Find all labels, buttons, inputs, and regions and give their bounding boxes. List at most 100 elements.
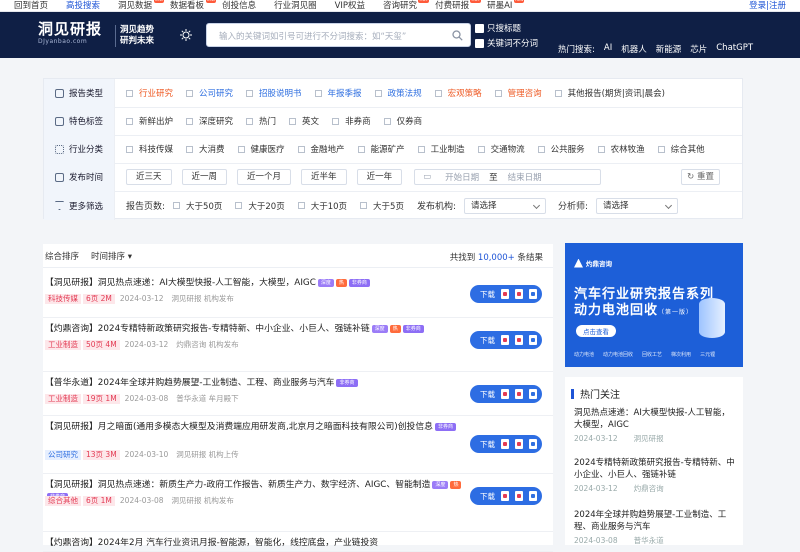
publish-date: 2024-03-12 [124,340,169,349]
hot-term-link[interactable]: AI [604,43,612,55]
list-item[interactable]: 2024专精特新政策研究报告-专精特新、中小企业、小巨人、强链补链 2024-03… [574,457,738,494]
download-button[interactable]: 下载 [470,285,542,303]
start-date-input[interactable]: 开始日期 [445,171,479,183]
filter-option[interactable]: 健康医疗 [237,143,285,155]
filter-option-label: 金融地产 [310,145,345,155]
filter-option[interactable]: 招股说明书 [246,87,302,99]
search-input[interactable]: 输入的关键词如引号可进行不分词搜索：如“天玺” [219,30,406,42]
banner-cta-button[interactable]: 点击查看 [576,325,616,337]
filter-option[interactable]: 交通物流 [477,143,525,155]
list-item[interactable]: 洞见热点速递：AI大模型快报-人工智能，大模型，AIGC 2024-03-12 洞见… [574,407,738,444]
nav-item-label: 研墨AI [487,0,513,11]
filter-option[interactable]: 其他报告(期货|资讯|晨会) [554,87,665,99]
result-title[interactable]: 【灼鼎咨询】2024年2月 汽车行业资讯月报-智能源，智能化，线控底盘，产业链投… [45,537,463,549]
nav-item[interactable]: 研墨AInew [487,0,525,12]
nav-item[interactable]: VIP权益 [335,0,365,12]
download-button[interactable]: 下载 [470,331,542,349]
filter-option[interactable]: 科技传媒 [126,143,173,155]
category-badge[interactable]: 工业制造 [45,339,81,350]
filter-option[interactable]: 热门 [246,115,276,127]
filter-option[interactable]: 综合其他 [657,143,705,155]
nav-item-label: 付费研报 [435,0,470,11]
hot-term-link[interactable]: 芯片 [690,43,707,55]
nav-item[interactable]: 创投信息 [222,0,256,12]
hot-term-link[interactable]: ChatGPT [716,43,753,55]
category-badge[interactable]: 公司研究 [45,449,81,460]
filter-option[interactable]: 新鲜出炉 [126,115,173,127]
time-range-button[interactable]: 近半年 [301,169,347,185]
filter-option[interactable]: 农林牧渔 [597,143,645,155]
sort-time-tab[interactable]: 时间排序 ▾ [91,250,132,262]
filter-option[interactable]: 工业制造 [417,143,465,155]
lightbulb-icon [180,29,192,41]
filter-option[interactable]: 大于10页 [297,200,347,212]
pages-options: 大于50页 大于20页 大于10页 大于5页 [173,200,417,212]
category-badge[interactable]: 综合其他 [45,495,81,506]
filter-option-label: 大于20页 [248,201,285,212]
category-badge[interactable]: 科技传媒 [45,293,81,304]
filter-option[interactable]: 英文 [289,115,319,127]
time-range-button[interactable]: 近一个月 [237,169,292,185]
time-range-button[interactable]: 近三天 [126,169,172,185]
filter-option[interactable]: 政策法规 [374,87,422,99]
filter-option[interactable]: 仅券商 [383,115,422,127]
file-icon [529,389,537,399]
hot-term-link[interactable]: 机器人 [621,43,647,55]
filter-option[interactable]: 非券商 [332,115,371,127]
hot-panel-title-text: 热门关注 [580,390,620,401]
nav-item[interactable]: 行业洞见圈 [274,0,317,12]
filter-option-label: 招股说明书 [259,89,302,99]
result-meta: 综合其他 6页 1M 2024-03-08 洞见研报 机构发布 [45,495,234,506]
login-link[interactable]: 登录|注册 [749,0,786,12]
filter-option[interactable]: 管理咨询 [494,87,542,99]
download-button[interactable]: 下载 [470,385,542,403]
filter-option[interactable]: 行业研究 [126,87,173,99]
search-button[interactable] [444,24,470,46]
org-select[interactable]: 请选择 [464,197,546,214]
filter-option-label: 行业研究 [139,89,174,99]
file-icon [515,289,523,299]
filter-option[interactable]: 公司研究 [186,87,233,99]
filter-option[interactable]: 年报季报 [314,87,362,99]
filter-option[interactable]: 公共服务 [537,143,585,155]
time-range-button[interactable]: 近一周 [181,169,228,185]
nav-item[interactable]: 咨询研究HOT [383,0,430,12]
download-button[interactable]: 下载 [470,435,542,453]
nav-item[interactable]: 付费研报HOT [435,0,482,12]
logo[interactable]: 洞见研报 DJyanbao.com [38,21,102,45]
nav-item[interactable]: 数据看板new [170,0,217,12]
checkbox-box [314,89,322,97]
nav-item[interactable]: 高投搜索 [66,0,100,12]
filter-option[interactable]: 宏观策略 [434,87,482,99]
filter-option-label: 非券商 [345,117,371,127]
result-title[interactable]: 【洞见研报】月之暗面(通用多模态大模型及消费端应用研发商,北京月之暗面科技有限公… [45,421,463,433]
filter-option[interactable]: 金融地产 [297,143,345,155]
download-button[interactable]: 下载 [470,487,542,505]
filter-option[interactable]: 大于5页 [360,200,404,212]
filter-option[interactable]: 大于20页 [235,200,285,212]
end-date-input[interactable]: 结束日期 [508,171,542,183]
sort-all-tab[interactable]: 综合排序 [45,250,79,262]
no-segment-checkbox[interactable]: 关键词不分词 [475,37,538,49]
hot-item-title: 洞见热点速递：AI大模型快报-人工智能，大模型，AIGC [574,408,730,430]
result-title[interactable]: 【灼鼎咨询】2024专精特新政策研究报告-专精特新、中小企业、小巨人、强链补链深… [45,323,463,335]
filter-option[interactable]: 深度研究 [186,115,233,127]
nav-item[interactable]: 回到首页 [14,0,48,12]
result-title[interactable]: 【普华永道】2024年全球并购趋势展望-工业制造、工程、商业服务与汽车 非券商 [45,377,463,389]
filter-option[interactable]: 能源矿产 [357,143,405,155]
filter-label: 报告类型 [69,89,104,99]
filter-option[interactable]: 大于50页 [173,200,222,212]
hot-term-link[interactable]: 新能源 [656,43,682,55]
filter-option[interactable]: 大消费 [186,143,225,155]
result-title[interactable]: 【洞见研报】洞见热点速递：AI大模型快报-人工智能，大模型，AIGC 深度热非券商 [45,277,463,289]
nav-item[interactable]: 洞见数据new [118,0,165,12]
list-item[interactable]: 2024年全球并购趋势展望-工业制造、工程、商业服务与汽车 2024-03-08 普… [574,509,738,546]
reset-button[interactable]: ↻ 重置 [681,169,720,185]
time-range-button[interactable]: 近一年 [356,169,403,185]
category-badge[interactable]: 工业制造 [45,393,81,404]
analyst-select[interactable]: 请选择 [596,197,679,214]
title-only-checkbox[interactable]: 只搜标题 [475,22,521,34]
ad-banner[interactable]: 灼鼎咨询 汽车行业研究报告系列 动力电池回收（第一版） 点击查看 动力电池 动力电… [565,243,743,367]
result-badge: 深度 [371,325,388,333]
date-range-picker[interactable]: ▭ 开始日期 至 结束日期 [414,169,602,185]
